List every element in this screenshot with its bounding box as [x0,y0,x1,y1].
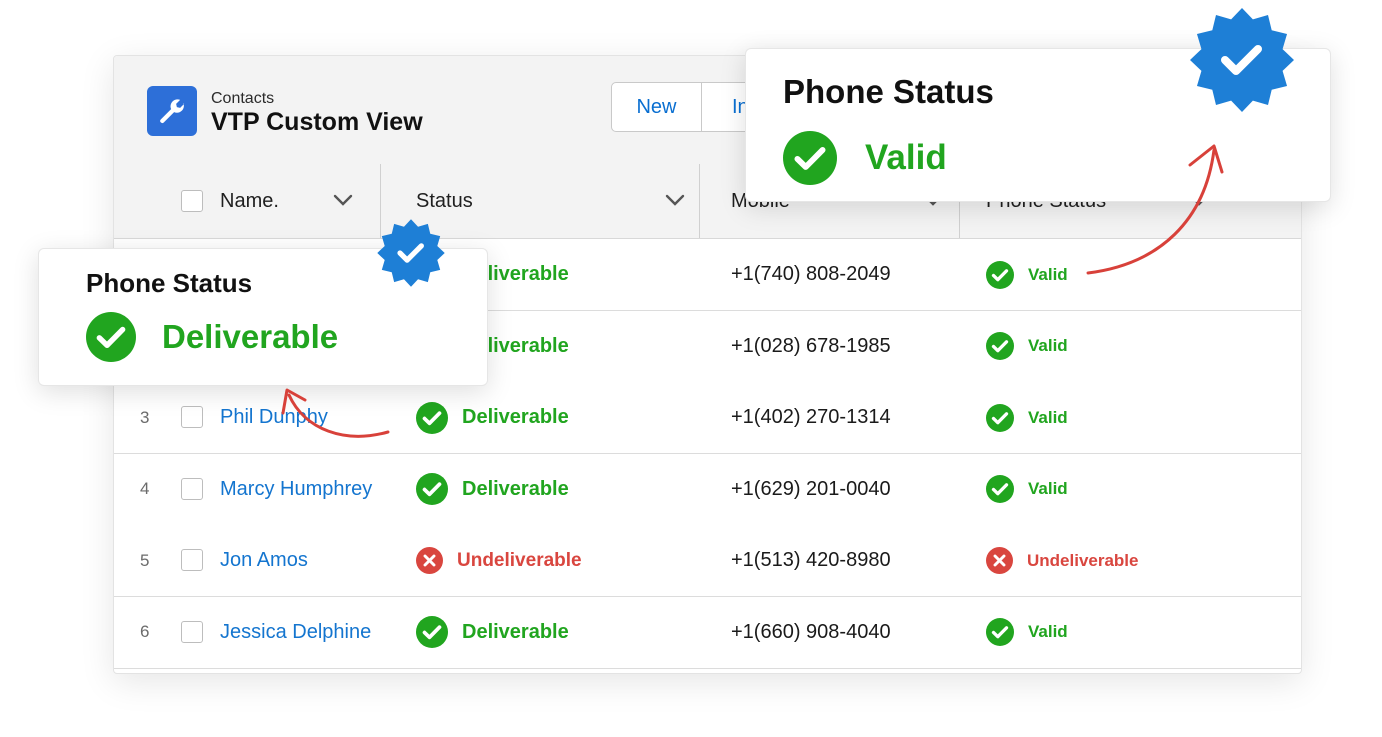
callout-arrows [281,144,1224,438]
curved-arrow-icon [281,388,390,438]
curved-arrow-icon [1086,144,1224,275]
